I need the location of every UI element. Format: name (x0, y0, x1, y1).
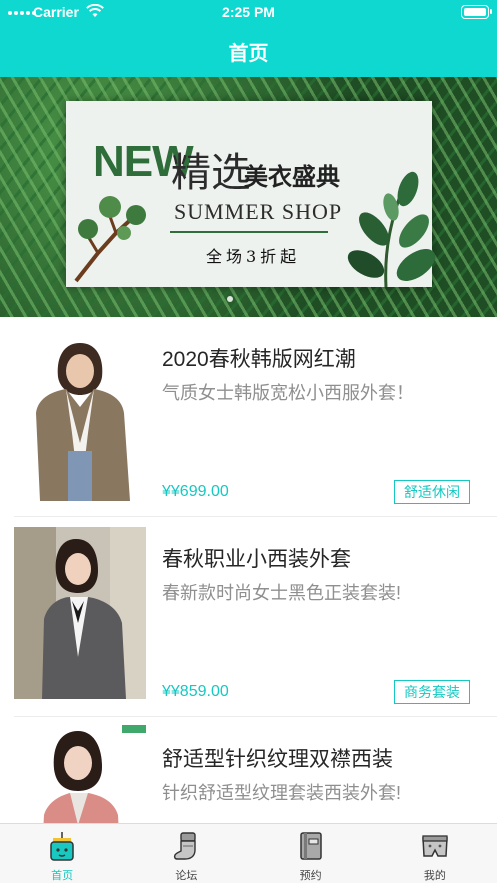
clock: 2:25 PM (222, 4, 275, 20)
product-image (14, 527, 146, 699)
tab-label: 我的 (423, 870, 446, 882)
product-description: 气质女士韩版宽松小西服外套！ (162, 383, 414, 403)
banner-card: NEW 精选 美衣盛典 SUMMER SHOP 全场3折起 (66, 101, 436, 287)
forum-icon (174, 832, 197, 860)
tab-home[interactable]: 首页 (0, 824, 124, 883)
product-description: 针织舒适型纹理套装西装外套! (162, 783, 401, 803)
leaves-illustration (347, 171, 436, 287)
status-bar: Carrier 2:25 PM (0, 0, 497, 26)
tab-booking[interactable]: 预约 (249, 824, 373, 883)
home-icon (50, 832, 74, 861)
booking-icon (299, 832, 322, 860)
product-image (14, 725, 146, 823)
tab-label: 预约 (299, 870, 322, 882)
product-image (14, 333, 146, 501)
promo-banner[interactable]: NEW 精选 美衣盛典 SUMMER SHOP 全场3折起 (0, 77, 497, 317)
tab-label: 论坛 (175, 870, 198, 882)
banner-subtitle: 美衣盛典 (244, 162, 340, 191)
product-item[interactable]: 2020春秋韩版网红潮 气质女士韩版宽松小西服外套！ ¥¥699.00 舒适休闲 (0, 317, 497, 517)
product-item[interactable]: 春秋职业小西装外套 春新款时尚女士黑色正装套装! ¥¥859.00 商务套装 (0, 517, 497, 717)
top-header: Carrier 2:25 PM 首页 (0, 0, 497, 77)
product-title: 春秋职业小西装外套 (162, 548, 351, 571)
banner-title: 精选 (171, 150, 251, 196)
banner-shop-name: SUMMER SHOP (174, 199, 343, 224)
product-title: 2020春秋韩版网红潮 (162, 348, 356, 371)
tab-bar: 首页 论坛 预约 我的 (0, 823, 497, 883)
banner-promo: 全场3折起 (206, 247, 301, 266)
branch-illustration (74, 196, 146, 283)
page-title: 首页 (228, 43, 269, 65)
product-title: 舒适型针织纹理双襟西装 (162, 748, 393, 771)
product-price: ¥¥859.00 (162, 683, 229, 700)
battery-icon (461, 5, 492, 19)
product-price: ¥¥699.00 (162, 483, 229, 500)
product-item[interactable]: 舒适型针织纹理双襟西装 针织舒适型纹理套装西装外套! (0, 717, 497, 823)
product-tag[interactable]: 商务套装 (394, 680, 470, 704)
product-description: 春新款时尚女士黑色正装套装! (162, 583, 401, 603)
tab-profile[interactable]: 我的 (373, 824, 497, 883)
profile-icon (422, 835, 448, 857)
banner-divider (170, 231, 328, 233)
tab-forum[interactable]: 论坛 (124, 824, 248, 883)
tab-label: 首页 (51, 870, 74, 882)
product-list[interactable]: 2020春秋韩版网红潮 气质女士韩版宽松小西服外套！ ¥¥699.00 舒适休闲… (0, 317, 497, 823)
carousel-indicator[interactable] (227, 296, 233, 302)
product-tag[interactable]: 舒适休闲 (394, 480, 470, 504)
